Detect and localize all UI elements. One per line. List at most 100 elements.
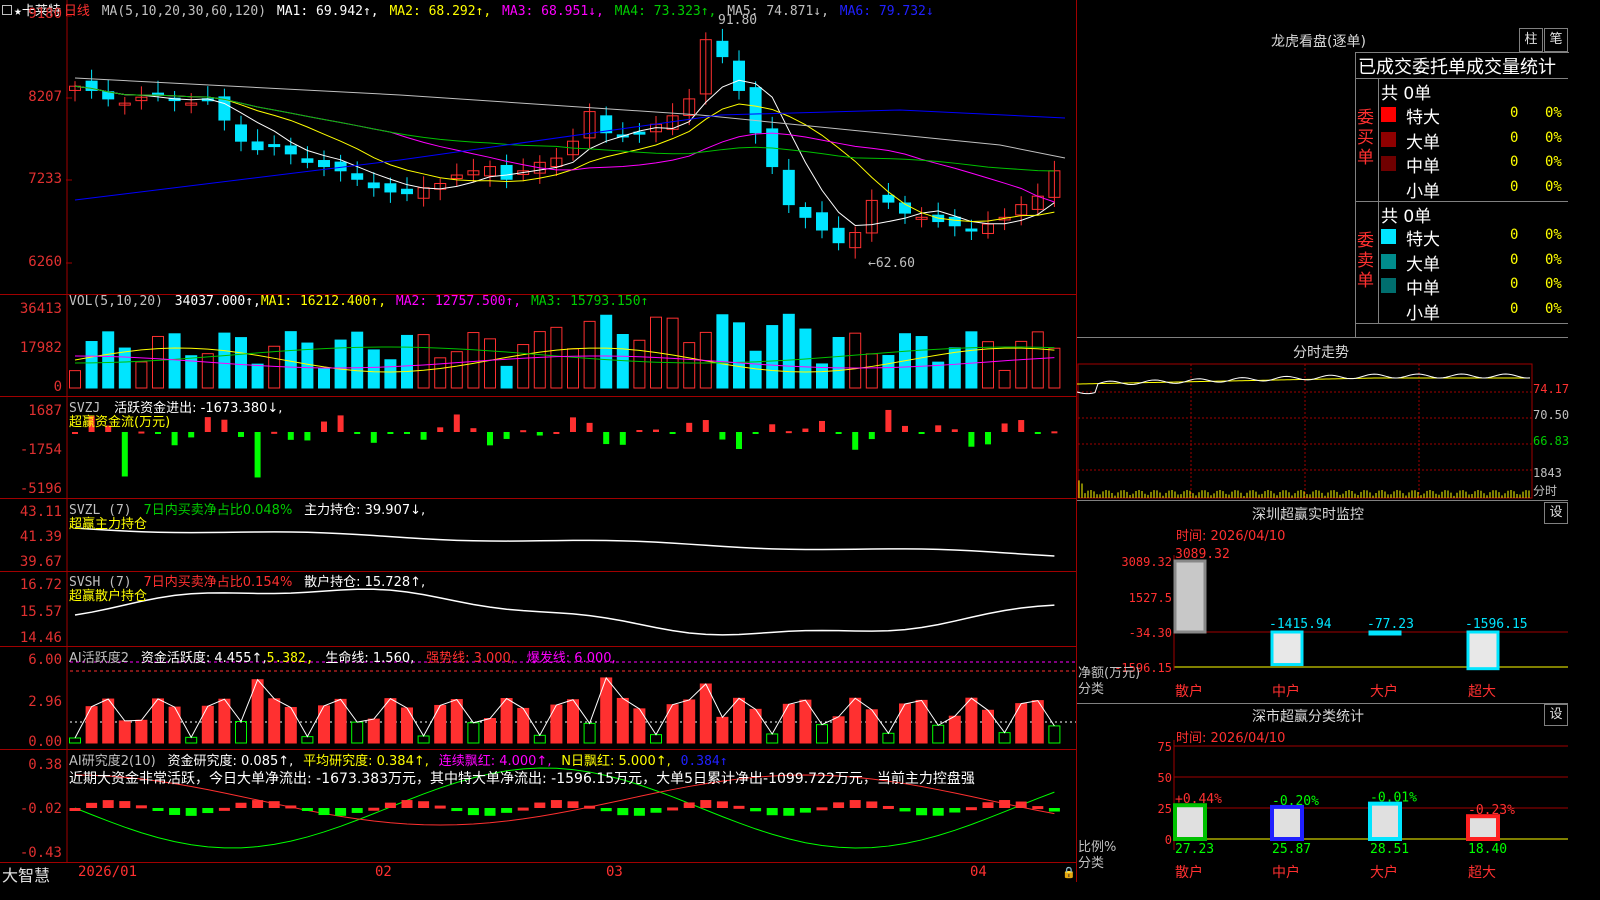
flow-bar (1034, 432, 1041, 434)
volume-bar (367, 349, 380, 389)
volume-bar (600, 314, 613, 389)
intraday-chart[interactable] (1077, 362, 1568, 499)
buy-count: 共 0单 (1381, 84, 1432, 104)
flow-bar (570, 417, 576, 432)
activity-bar (235, 721, 247, 744)
monitor-tick: 1527.5 (1129, 591, 1172, 605)
flow-bar (1018, 420, 1025, 432)
research-bar (766, 808, 778, 816)
divider (1355, 323, 1568, 324)
research-bar (119, 801, 131, 808)
flow-bar (968, 432, 975, 447)
svzl-tick: 39.67 (19, 554, 62, 570)
sell-count: 共 0单 (1381, 207, 1432, 227)
flow-bar (453, 414, 460, 432)
activity-bar (284, 707, 297, 744)
flow-bar (819, 420, 825, 432)
flow-bar (221, 419, 228, 432)
activity-bar (268, 698, 281, 744)
flow-bar (370, 432, 377, 443)
research-bar (750, 808, 762, 812)
class-bar (1368, 801, 1402, 841)
flow-bar (1051, 431, 1058, 434)
research-bar (633, 808, 645, 816)
class-category: 中户 (1272, 864, 1300, 881)
flow-bar (254, 432, 261, 478)
flow-bar (503, 432, 510, 439)
monitor-bar-label: -1596.15 (1465, 617, 1528, 632)
volume-bar (633, 339, 646, 389)
volume-bar (716, 314, 729, 389)
lhb-row-count: 0 (1510, 300, 1519, 317)
candle-body (384, 183, 397, 193)
flow-bar (935, 425, 942, 432)
price-tick: 8207 (28, 89, 62, 105)
volume-bar (152, 335, 164, 389)
volume-bar (85, 341, 98, 389)
high-annotation: 91.80 (718, 13, 758, 28)
flow-bar (404, 432, 410, 434)
research-bar (135, 805, 147, 809)
ai-research-tick: -0.43 (19, 845, 62, 861)
class-bar (1173, 803, 1207, 842)
flow-bar (121, 432, 128, 477)
flow-bar (420, 432, 427, 440)
activity-bar (118, 720, 131, 744)
bar-mode-button[interactable]: 柱 (1519, 28, 1543, 52)
research-bar (351, 808, 363, 813)
activity-bar (367, 718, 380, 744)
period-label[interactable]: 日线 (64, 4, 90, 19)
class-tick: 50 (1158, 771, 1172, 785)
research-bar (899, 808, 911, 812)
flow-bar (736, 432, 742, 450)
candle-body (816, 212, 828, 231)
lock-icon[interactable]: 🔒 (1062, 866, 1076, 879)
color-swatch (1381, 229, 1396, 244)
flow-bar (72, 432, 78, 434)
sz-monitor-settings-button[interactable]: 设 (1544, 502, 1568, 524)
date-tick: 2026/01 (78, 864, 138, 880)
research-bar (949, 808, 961, 813)
flow-bar (885, 409, 892, 432)
volume-bar (666, 317, 679, 389)
monitor-bar (1368, 630, 1402, 636)
candle-body (882, 194, 895, 203)
lhb-row-label: 小单 (1406, 303, 1440, 324)
retail-holding-line (74, 588, 1055, 636)
candle-body (301, 158, 314, 163)
activity-bar (384, 698, 397, 744)
monitor-category: 大户 (1370, 683, 1398, 700)
research-bar (235, 802, 247, 808)
volume-bar (882, 355, 895, 389)
intraday-tick: 66.83 (1533, 434, 1570, 448)
svzj-subtitle: 超赢资金流(万元) (69, 415, 171, 430)
flow-bar (802, 428, 809, 432)
flow-bar (951, 429, 958, 432)
vol-tick: 0 (53, 379, 62, 395)
price-tick: 9180 (28, 6, 62, 22)
monitor-bar-label: -1415.94 (1269, 617, 1332, 632)
lhb-row-label: 大单 (1406, 254, 1440, 275)
flow-bar (985, 432, 991, 445)
flow-bar (437, 427, 444, 432)
ai2-panel-header: AI活跃度2 资金活跃度: 4.455↑,5.382, 生命线: 1.560, … (69, 651, 616, 666)
activity-bar (782, 703, 795, 744)
activity-bar (152, 698, 164, 744)
research-bar (849, 800, 861, 808)
sz-class-settings-button[interactable]: 设 (1544, 704, 1568, 726)
activity-bar (567, 699, 579, 744)
ai2-tick: 0.00 (28, 734, 62, 750)
volume-bar (384, 359, 397, 389)
flow-bar (354, 432, 361, 434)
price-tick: 6260 (28, 254, 62, 270)
activity-bar (434, 704, 447, 744)
lhb-row-label: 中单 (1406, 157, 1440, 177)
intraday-price-line (1077, 373, 1531, 395)
volume-bar (998, 369, 1011, 389)
research-bar (69, 808, 81, 811)
class-category: 散户 (1175, 864, 1203, 881)
tick-mode-button[interactable]: 笔 (1544, 28, 1568, 52)
svzl-tick: 41.39 (19, 529, 62, 545)
research-bar (584, 805, 596, 809)
svsh-tick: 16.72 (19, 577, 62, 593)
